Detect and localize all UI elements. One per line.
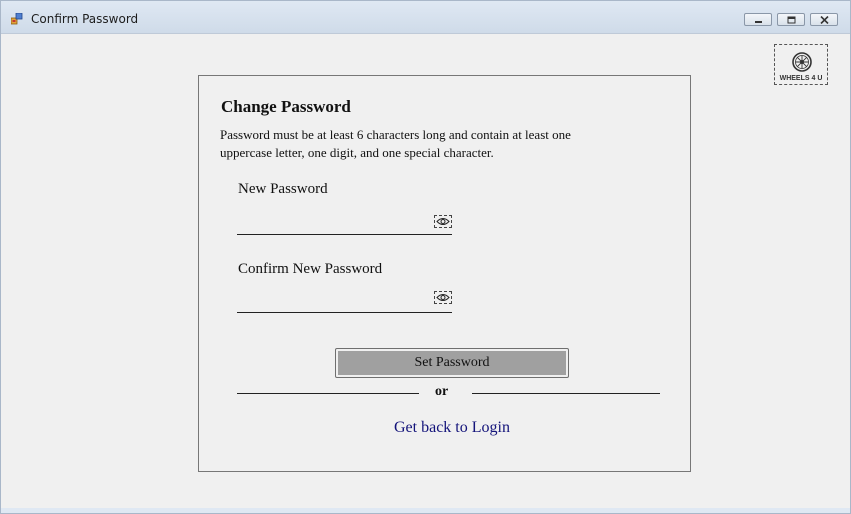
show-confirm-password-button[interactable] <box>434 291 452 304</box>
confirm-password-underline <box>237 312 452 313</box>
restore-icon <box>787 16 796 24</box>
minimize-button[interactable] <box>744 13 772 26</box>
confirm-password-label: Confirm New Password <box>238 261 383 277</box>
wheels-logo: WHEELS 4 U <box>774 44 828 85</box>
change-password-panel: Change Password Password must be at leas… <box>198 75 691 472</box>
set-password-button[interactable]: Set Password <box>335 348 569 378</box>
form-heading: Change Password <box>221 97 351 116</box>
window: Confirm Password WHEELS 4 U Change Passw… <box>0 0 851 514</box>
window-bottom-border <box>1 508 850 513</box>
separator-left <box>237 393 419 394</box>
minimize-icon <box>755 21 762 23</box>
set-password-label: Set Password <box>338 351 566 375</box>
maximize-button[interactable] <box>777 13 805 26</box>
close-button[interactable] <box>810 13 838 26</box>
new-password-underline <box>237 234 452 235</box>
new-password-input[interactable] <box>237 213 431 231</box>
eye-icon <box>436 218 450 225</box>
logo-text: WHEELS 4 U <box>779 75 823 82</box>
separator-right <box>472 393 660 394</box>
app-icon <box>10 12 23 25</box>
separator-text: or <box>435 384 449 399</box>
back-to-login-link[interactable]: Get back to Login <box>394 419 510 437</box>
window-title: Confirm Password <box>31 12 139 26</box>
wheel-icon <box>792 52 812 72</box>
title-bar[interactable]: Confirm Password <box>1 1 850 34</box>
show-new-password-button[interactable] <box>434 215 452 228</box>
new-password-label: New Password <box>238 181 328 197</box>
confirm-password-input[interactable] <box>237 290 431 308</box>
close-icon <box>820 16 829 24</box>
eye-icon <box>436 294 450 301</box>
password-requirements: Password must be at least 6 characters l… <box>220 127 571 160</box>
